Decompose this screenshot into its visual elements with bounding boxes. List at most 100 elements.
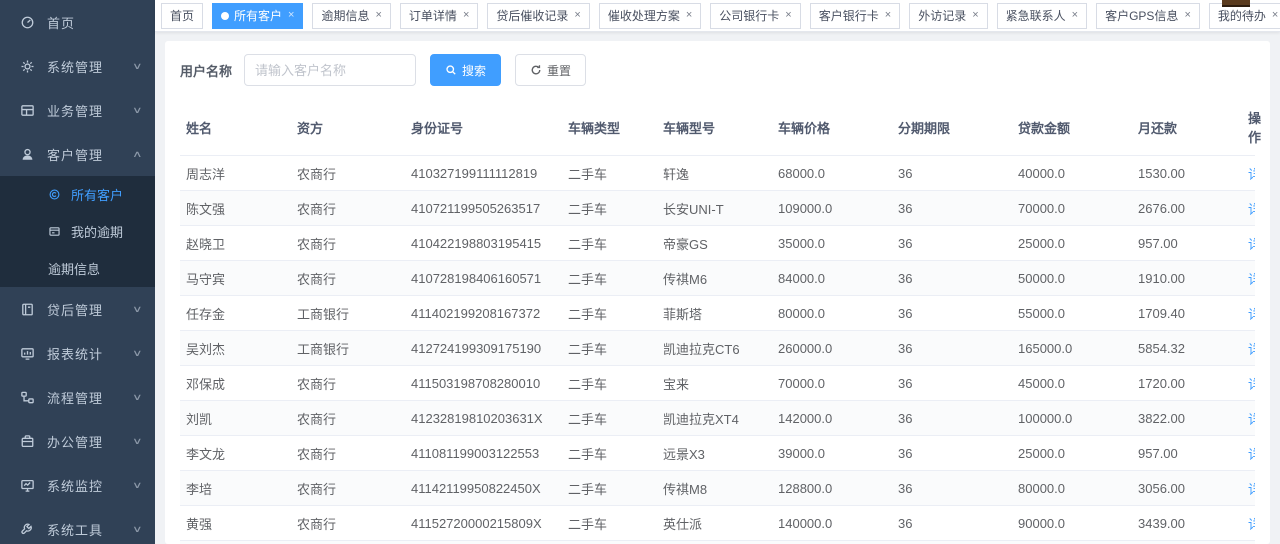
cell-贷款金额: 80000.0 bbox=[1014, 471, 1134, 506]
sidebar-item-0[interactable]: 首页 bbox=[0, 0, 155, 44]
tab-2[interactable]: 逾期信息 × bbox=[312, 3, 390, 29]
close-icon[interactable]: × bbox=[686, 10, 692, 21]
cell-月还款: 1910.00 bbox=[1134, 261, 1244, 296]
close-icon[interactable]: × bbox=[1184, 10, 1190, 21]
cell-月还款: 1530.00 bbox=[1134, 156, 1244, 191]
cell-车辆价格: 80000.0 bbox=[774, 296, 894, 331]
cell-贷款金额: 100000.0 bbox=[1014, 401, 1134, 436]
table-row: 李培农商行41142119950822450X二手车传祺M8128800.036… bbox=[180, 471, 1255, 506]
column-header-1: 资方 bbox=[293, 100, 407, 156]
cell-身份证号: 410325199709223094 bbox=[407, 541, 564, 544]
reset-button[interactable]: 重置 bbox=[515, 54, 586, 86]
close-icon[interactable]: × bbox=[574, 10, 580, 21]
cell-车辆型号: 英仕派 bbox=[659, 506, 774, 541]
detail-link[interactable]: 详情 bbox=[1248, 237, 1255, 252]
detail-link[interactable]: 详情 bbox=[1248, 377, 1255, 392]
close-icon[interactable]: × bbox=[288, 10, 294, 21]
detail-link[interactable]: 详情 bbox=[1248, 272, 1255, 287]
sidebar-item-7[interactable]: 办公管理∨ bbox=[0, 419, 155, 463]
close-icon[interactable]: × bbox=[1072, 10, 1078, 21]
cell-车辆型号: 影豹 bbox=[659, 541, 774, 544]
tab-1[interactable]: 所有客户× bbox=[212, 3, 303, 29]
column-header-7: 贷款金额 bbox=[1014, 100, 1134, 156]
tab-8[interactable]: 外访记录× bbox=[909, 3, 987, 29]
user-icon bbox=[20, 147, 35, 162]
home-icon bbox=[20, 15, 35, 30]
cell-身份证号: 412724199309175190 bbox=[407, 331, 564, 366]
tab-label: 首页 bbox=[170, 7, 194, 24]
detail-link[interactable]: 详情 bbox=[1248, 307, 1255, 322]
detail-link[interactable]: 详情 bbox=[1248, 517, 1255, 532]
sidebar-subitem-3-1[interactable]: 我的逾期 bbox=[0, 213, 155, 250]
cell-车辆价格: 128800.0 bbox=[774, 471, 894, 506]
close-icon[interactable]: × bbox=[1272, 10, 1278, 21]
table-row: 刘凯农商行41232819810203631X二手车凯迪拉克XT4142000.… bbox=[180, 401, 1255, 436]
close-icon[interactable]: × bbox=[885, 10, 891, 21]
sidebar-subitem-3-0[interactable]: 所有客户 bbox=[0, 176, 155, 213]
cell-车辆型号: 传祺M6 bbox=[659, 261, 774, 296]
sidebar-item-4[interactable]: 贷后管理∨ bbox=[0, 287, 155, 331]
cell-身份证号: 410327199111112819 bbox=[407, 156, 564, 191]
sidebar-item-3[interactable]: 客户管理∧ bbox=[0, 132, 155, 176]
tab-5[interactable]: 催收处理方案× bbox=[599, 3, 701, 29]
cell-车辆型号: 远景X3 bbox=[659, 436, 774, 471]
cell-分期期限: 36 bbox=[894, 471, 1014, 506]
table-header: 姓名资方身份证号车辆类型车辆型号车辆价格分期期限贷款金额月还款操作 bbox=[180, 100, 1255, 156]
cell-姓名: 李培 bbox=[180, 471, 293, 506]
detail-link[interactable]: 详情 bbox=[1248, 202, 1255, 217]
tab-6[interactable]: 公司银行卡× bbox=[710, 3, 800, 29]
sidebar-item-8[interactable]: 系统监控∨ bbox=[0, 463, 155, 507]
cell-身份证号: 411503198708280010 bbox=[407, 366, 564, 401]
customer-table: 姓名资方身份证号车辆类型车辆型号车辆价格分期期限贷款金额月还款操作 周志洋农商行… bbox=[180, 100, 1255, 544]
table-row: 黄强农商行41152720000215809X二手车英仕派140000.0369… bbox=[180, 506, 1255, 541]
column-header-6: 分期期限 bbox=[894, 100, 1014, 156]
chevron-down-icon: ∨ bbox=[132, 436, 143, 447]
sidebar-item-label: 办公管理 bbox=[47, 432, 134, 451]
refresh-icon bbox=[530, 64, 542, 76]
cell-操作: 详情 bbox=[1244, 296, 1255, 331]
tab-0[interactable]: 首页 bbox=[161, 3, 203, 29]
close-icon[interactable]: × bbox=[785, 10, 791, 21]
cell-姓名: 李文龙 bbox=[180, 436, 293, 471]
tab-9[interactable]: 紧急联系人× bbox=[997, 3, 1087, 29]
tab-10[interactable]: 客户GPS信息× bbox=[1096, 3, 1200, 29]
sidebar-item-1[interactable]: 系统管理∨ bbox=[0, 44, 155, 88]
customer-name-input[interactable] bbox=[244, 54, 416, 86]
sidebar-item-2[interactable]: 业务管理∨ bbox=[0, 88, 155, 132]
cell-贷款金额: 25000.0 bbox=[1014, 226, 1134, 261]
avatar[interactable] bbox=[1222, 0, 1250, 7]
detail-link[interactable]: 详情 bbox=[1248, 342, 1255, 357]
cell-贷款金额: 55000.0 bbox=[1014, 296, 1134, 331]
chevron-down-icon: ∨ bbox=[132, 392, 143, 403]
column-header-4: 车辆型号 bbox=[659, 100, 774, 156]
sidebar-item-label: 客户管理 bbox=[47, 145, 134, 164]
detail-link[interactable]: 详情 bbox=[1248, 447, 1255, 462]
table-row: 赵晓卫农商行410422198803195415二手车帝豪GS35000.036… bbox=[180, 226, 1255, 261]
chevron-up-icon: ∧ bbox=[132, 149, 143, 160]
cell-车辆型号: 宝来 bbox=[659, 366, 774, 401]
close-icon[interactable]: × bbox=[375, 10, 381, 21]
sidebar-item-6[interactable]: 流程管理∨ bbox=[0, 375, 155, 419]
cell-贷款金额: 50000.0 bbox=[1014, 541, 1134, 544]
close-icon[interactable]: × bbox=[972, 10, 978, 21]
sidebar-item-5[interactable]: 报表统计∨ bbox=[0, 331, 155, 375]
detail-link[interactable]: 详情 bbox=[1248, 412, 1255, 427]
tab-label: 逾期信息 bbox=[321, 7, 369, 24]
cell-月还款: 3056.00 bbox=[1134, 471, 1244, 506]
cell-车辆型号: 轩逸 bbox=[659, 156, 774, 191]
detail-link[interactable]: 详情 bbox=[1248, 482, 1255, 497]
cell-贷款金额: 70000.0 bbox=[1014, 191, 1134, 226]
cell-车辆价格: 39000.0 bbox=[774, 436, 894, 471]
cell-月还款: 1910.00 bbox=[1134, 541, 1244, 544]
tab-4[interactable]: 贷后催收记录× bbox=[487, 3, 589, 29]
tab-7[interactable]: 客户银行卡× bbox=[810, 3, 900, 29]
cell-身份证号: 41152720000215809X bbox=[407, 506, 564, 541]
sidebar-subitem-3-2[interactable]: 逾期信息 bbox=[0, 250, 155, 287]
tab-3[interactable]: 订单详情× bbox=[400, 3, 478, 29]
sidebar-item-label: 系统管理 bbox=[47, 57, 134, 76]
cell-车辆类型: 二手车 bbox=[564, 156, 659, 191]
search-button[interactable]: 搜索 bbox=[430, 54, 501, 86]
sidebar-item-9[interactable]: 系统工具∨ bbox=[0, 507, 155, 544]
close-icon[interactable]: × bbox=[463, 10, 469, 21]
detail-link[interactable]: 详情 bbox=[1248, 167, 1255, 182]
